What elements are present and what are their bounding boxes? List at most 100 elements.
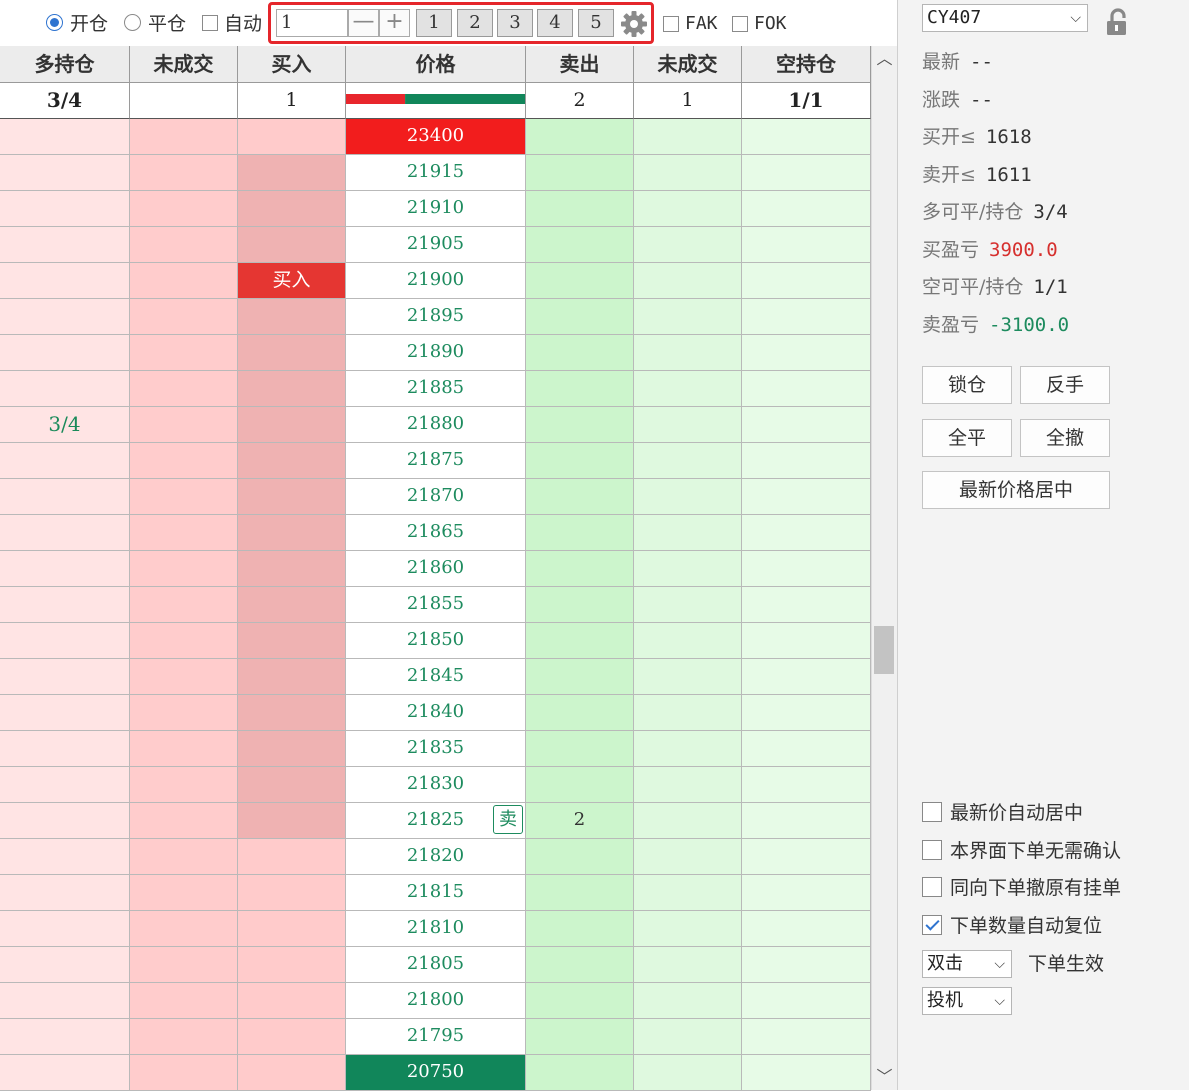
click-mode-select[interactable]: 双击 ⌵	[922, 950, 1012, 978]
close-position-label[interactable]: 平仓	[148, 12, 186, 36]
option-label[interactable]: 下单数量自动复位	[950, 915, 1102, 937]
price-cell[interactable]: 21850	[346, 623, 526, 659]
sell-cell[interactable]	[526, 1019, 634, 1055]
buy-cell[interactable]	[238, 479, 346, 515]
quick-quantity-5-button[interactable]: 5	[578, 9, 614, 37]
close-position-radio[interactable]	[124, 14, 141, 31]
sell-cell[interactable]	[526, 371, 634, 407]
option-label[interactable]: 本界面下单无需确认	[950, 840, 1121, 862]
gear-icon[interactable]	[620, 10, 648, 38]
quick-quantity-1-button[interactable]: 1	[416, 9, 452, 37]
buy-cell[interactable]	[238, 551, 346, 587]
contract-select[interactable]: CY407 ⌵	[922, 4, 1088, 32]
quick-quantity-4-button[interactable]: 4	[537, 9, 573, 37]
sell-cell[interactable]	[526, 227, 634, 263]
checkbox[interactable]	[922, 839, 942, 860]
sell-cell[interactable]	[526, 731, 634, 767]
buy-cell[interactable]	[238, 371, 346, 407]
buy-cell[interactable]	[238, 911, 346, 947]
price-cell[interactable]: 21905	[346, 227, 526, 263]
sell-cell[interactable]	[526, 839, 634, 875]
auto-label[interactable]: 自动	[224, 12, 262, 36]
buy-cell[interactable]	[238, 155, 346, 191]
buy-cell[interactable]	[238, 299, 346, 335]
quick-quantity-3-button[interactable]: 3	[497, 9, 533, 37]
price-cell[interactable]: 21870	[346, 479, 526, 515]
price-cell[interactable]: 21895	[346, 299, 526, 335]
sell-cell[interactable]	[526, 299, 634, 335]
buy-cell[interactable]	[238, 695, 346, 731]
quick-quantity-2-button[interactable]: 2	[457, 9, 493, 37]
price-cell[interactable]: 21875	[346, 443, 526, 479]
fak-checkbox[interactable]	[663, 16, 679, 32]
option-label[interactable]: 最新价自动居中	[950, 802, 1083, 824]
price-cell[interactable]: 21805	[346, 947, 526, 983]
sell-cell[interactable]	[526, 767, 634, 803]
buy-cell[interactable]	[238, 731, 346, 767]
option-checkbox-row[interactable]: 同向下单撤原有挂单	[922, 876, 1121, 900]
price-cell[interactable]: 23400	[346, 119, 526, 155]
option-label[interactable]: 同向下单撤原有挂单	[950, 877, 1121, 899]
cancel-all-button[interactable]: 全撤	[1020, 419, 1110, 457]
open-position-radio[interactable]	[46, 14, 63, 31]
price-cell[interactable]: 21860	[346, 551, 526, 587]
buy-cell[interactable]	[238, 227, 346, 263]
sell-cell[interactable]	[526, 875, 634, 911]
open-position-label[interactable]: 开仓	[70, 12, 108, 36]
sell-cell[interactable]	[526, 479, 634, 515]
price-cell[interactable]: 21840	[346, 695, 526, 731]
scroll-up-arrow-icon[interactable]: ︿	[872, 46, 897, 72]
price-cell[interactable]: 21855	[346, 587, 526, 623]
buy-cell[interactable]	[238, 983, 346, 1019]
sell-cell[interactable]	[526, 515, 634, 551]
price-cell[interactable]: 21795	[346, 1019, 526, 1055]
scrollbar-thumb[interactable]	[874, 626, 894, 674]
sell-cell[interactable]	[526, 911, 634, 947]
price-cell[interactable]: 21890	[346, 335, 526, 371]
sell-cell[interactable]	[526, 119, 634, 155]
buy-cell[interactable]	[238, 119, 346, 155]
price-cell[interactable]: 21885	[346, 371, 526, 407]
sell-cell[interactable]	[526, 551, 634, 587]
checkbox-checked[interactable]	[922, 914, 942, 935]
quantity-input[interactable]: 1	[276, 9, 348, 37]
buy-cell[interactable]	[238, 1055, 346, 1091]
checkbox[interactable]	[922, 802, 942, 822]
price-cell[interactable]: 21830	[346, 767, 526, 803]
sell-cell[interactable]	[526, 263, 634, 299]
price-cell[interactable]: 21800	[346, 983, 526, 1019]
buy-cell[interactable]	[238, 443, 346, 479]
price-cell[interactable]: 21880	[346, 407, 526, 443]
sell-cell[interactable]	[526, 983, 634, 1019]
option-checkbox-row[interactable]: 本界面下单无需确认	[922, 839, 1121, 863]
fok-label[interactable]: FOK	[754, 12, 787, 36]
sell-cell[interactable]	[526, 407, 634, 443]
lock-position-button[interactable]: 锁仓	[922, 366, 1012, 404]
quantity-increment-button[interactable]: +	[379, 9, 410, 37]
price-cell[interactable]: 21845	[346, 659, 526, 695]
sell-cell[interactable]	[526, 1055, 634, 1091]
buy-cell[interactable]	[238, 1019, 346, 1055]
sell-cell[interactable]	[526, 587, 634, 623]
buy-cell[interactable]	[238, 803, 346, 839]
buy-cell[interactable]	[238, 623, 346, 659]
buy-cell[interactable]	[238, 191, 346, 227]
buy-cell[interactable]	[238, 515, 346, 551]
price-cell[interactable]: 21900	[346, 263, 526, 299]
option-checkbox-row[interactable]: 下单数量自动复位	[922, 914, 1102, 938]
price-cell[interactable]: 21815	[346, 875, 526, 911]
buy-cell[interactable]	[238, 839, 346, 875]
sell-cell[interactable]	[526, 659, 634, 695]
sell-cell[interactable]	[526, 155, 634, 191]
price-cell[interactable]: 21910	[346, 191, 526, 227]
buy-cell[interactable]: 买入	[238, 263, 346, 299]
buy-cell[interactable]	[238, 659, 346, 695]
price-cell[interactable]: 21915	[346, 155, 526, 191]
unlock-icon[interactable]	[1105, 8, 1131, 36]
price-cell[interactable]: 21865	[346, 515, 526, 551]
scroll-down-arrow-icon[interactable]: ﹀	[872, 1064, 897, 1090]
auto-checkbox[interactable]	[202, 15, 218, 31]
sell-cell[interactable]: 2	[526, 803, 634, 839]
ladder-scrollbar[interactable]: ︿ ﹀	[871, 46, 897, 1090]
buy-cell[interactable]	[238, 767, 346, 803]
